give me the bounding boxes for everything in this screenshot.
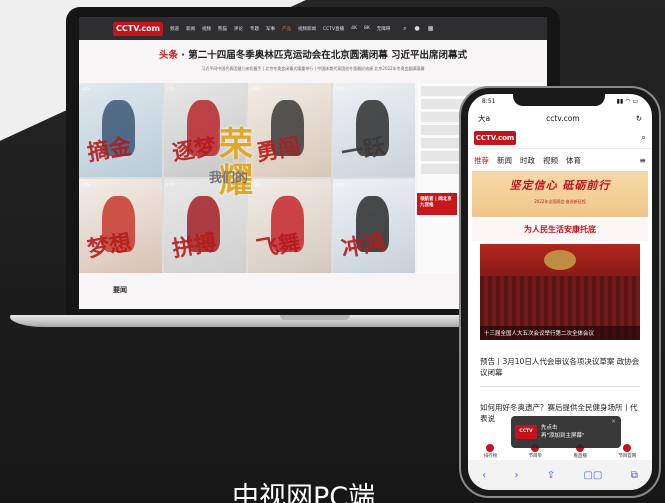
tab-recommend[interactable]: 推荐 <box>474 155 489 166</box>
tab-news[interactable]: 新闻 <box>497 155 512 166</box>
poster[interactable]: cctv 冲鸿 <box>332 179 415 273</box>
pc-nav-bar: CCTV.com 频道 新闻 视频 熊猫 评论 专题 军事 产品 视频新闻 CC… <box>79 17 547 40</box>
popup-text: 先点击 再"添加到主屏幕" <box>541 425 585 439</box>
poster-calligraphy: 冲鸿 <box>339 229 388 263</box>
tab-video[interactable]: 视频 <box>543 155 558 166</box>
add-to-home-popup[interactable]: CCTV 先点击 再"添加到主屏幕" × <box>511 416 621 448</box>
poster[interactable]: cctv 勇闯 <box>248 83 331 177</box>
phone-screen: 8:51 ▮▮ ◠ ▭ 大a cctv.com ↻ CCTV.com ⌕ 推荐 … <box>468 94 652 490</box>
poster[interactable]: cctv 梦想 <box>79 179 162 273</box>
rongyao-small: 我们的 <box>209 171 249 186</box>
address-bar[interactable]: 大a cctv.com ↻ <box>474 111 646 125</box>
photo-caption: 十三届全国人大五次会议举行第二次全体会议 <box>480 326 640 340</box>
poster-calligraphy: 飞舞 <box>254 229 303 263</box>
pc-nav-item[interactable]: 4K <box>351 26 357 31</box>
two-sessions-banner[interactable]: 坚定信心 砥砺前行 2022年全国两会 奋进新征程 <box>472 171 648 217</box>
close-icon[interactable]: × <box>611 418 616 425</box>
slogan-headline[interactable]: 为人民生活安康托底 <box>472 219 648 241</box>
caption-text: 中视网PC端 <box>232 482 376 503</box>
news-item[interactable]: 预告丨3月10日人代会审议各项决议草案 政协会议闭幕 <box>480 356 642 378</box>
search-icon[interactable]: ⌕ <box>641 133 646 143</box>
pc-nav-item[interactable]: 视频 <box>202 26 211 32</box>
section-title-news: 要闻 <box>113 286 127 294</box>
mobile-tabs: 推荐 新闻 时政 视频 体育 ≡ <box>468 151 652 169</box>
mobile-header: CCTV.com ⌕ <box>468 127 652 149</box>
bookmarks-icon[interactable]: ▢▢ <box>583 470 602 481</box>
pc-nav-item[interactable]: 专题 <box>250 26 259 32</box>
cctv-mini-logo: cctv <box>82 86 91 91</box>
popup-logo: CCTV <box>515 425 537 439</box>
poster[interactable]: cctv 飞舞 <box>248 179 331 273</box>
pc-nav-item[interactable]: 熊猫 <box>218 26 227 32</box>
pc-nav-item[interactable]: 无障碍 <box>377 26 391 32</box>
headline-tag: 头条 <box>158 50 178 61</box>
ranking-icon <box>486 444 495 452</box>
phone-notch <box>513 88 605 106</box>
banner-title: 坚定信心 砥砺前行 <box>509 179 611 192</box>
poster-calligraphy: 梦想 <box>85 229 134 263</box>
cctv-mini-logo: cctv <box>335 86 344 91</box>
tabs-icon[interactable]: ⧉ <box>631 470 638 481</box>
rongyao-calligraphy: 荣耀 我们的 <box>209 125 253 201</box>
url-text[interactable]: cctv.com <box>546 114 579 123</box>
photo-emblem <box>544 250 576 270</box>
pc-nav-item[interactable]: CCTV直播 <box>323 26 344 32</box>
back-icon[interactable]: ‹ <box>482 470 486 481</box>
pc-subheadline[interactable]: 习近平同中国代表团健儿亲切握手 | 北京冬奥会闭幕式隆重举行 | 中国体育代表团… <box>79 66 547 72</box>
status-time: 8:51 <box>482 98 496 105</box>
footer-official[interactable]: 节目官网 <box>618 444 636 459</box>
pc-nav-item[interactable]: 8K <box>364 26 370 31</box>
poster-calligraphy: 勇闯 <box>254 133 303 167</box>
tab-sports[interactable]: 体育 <box>566 155 581 166</box>
pc-nav-item[interactable]: 新闻 <box>186 26 195 32</box>
pc-headline[interactable]: 头条 · 第二十四届冬季奥林匹克运动会在北京圆满闭幕 习近平出席闭幕式 <box>79 47 547 61</box>
poster[interactable]: cctv 摘金 <box>79 83 162 177</box>
pc-nav-item[interactable]: 评论 <box>234 26 243 32</box>
mobile-logo[interactable]: CCTV.com <box>474 130 516 145</box>
poster-calligraphy: 一跃 <box>339 133 388 167</box>
menu-icon[interactable]: ≡ <box>639 156 646 165</box>
tab-politics[interactable]: 时政 <box>520 155 535 166</box>
browser-toolbar: ‹ › ⇪ ▢▢ ⧉ <box>468 460 652 490</box>
poster-calligraphy: 拼搏 <box>170 229 219 263</box>
pc-nav-item[interactable]: 频道 <box>170 26 179 32</box>
headline-text: 第二十四届冬季奥林匹克运动会在北京圆满闭幕 习近平出席闭幕式 <box>188 50 468 61</box>
pc-nav-item[interactable]: 视频新闻 <box>298 26 316 32</box>
cctv-mini-logo: cctv <box>166 182 175 187</box>
forward-icon[interactable]: › <box>514 470 518 481</box>
banner-subtitle: 2022年全国两会 奋进新征程 <box>534 199 586 204</box>
reload-icon[interactable]: ↻ <box>636 114 642 123</box>
pc-nav-item[interactable]: 军事 <box>266 26 275 32</box>
pc-nav-item[interactable]: 产品 <box>282 26 291 32</box>
official-icon <box>623 444 632 452</box>
cctv-mini-logo: cctv <box>82 182 91 187</box>
text-size-button[interactable]: 大a <box>478 113 490 124</box>
search-icon[interactable]: ⌕ ● ▦ <box>403 25 436 33</box>
signal-icon: ▮▮ ◠ ▭ <box>616 98 638 105</box>
cctv-mini-logo: cctv <box>251 86 260 91</box>
poster[interactable]: cctv 一跃 <box>332 83 415 177</box>
share-icon[interactable]: ⇪ <box>547 470 555 481</box>
pc-logo[interactable]: CCTV.com <box>113 21 163 36</box>
footer-ranking[interactable]: 排行榜 <box>484 444 497 459</box>
side-red-badge[interactable]: 领航者 | 闻北京九宫格 <box>417 193 457 215</box>
cctv-mini-logo: cctv <box>335 182 344 187</box>
poster-calligraphy: 摘金 <box>85 133 134 167</box>
divider <box>480 386 640 387</box>
news-photo[interactable]: 十三届全国人大五次会议举行第二次全体会议 <box>480 244 640 340</box>
laptop-notch <box>280 315 350 320</box>
cctv-mini-logo: cctv <box>166 86 175 91</box>
